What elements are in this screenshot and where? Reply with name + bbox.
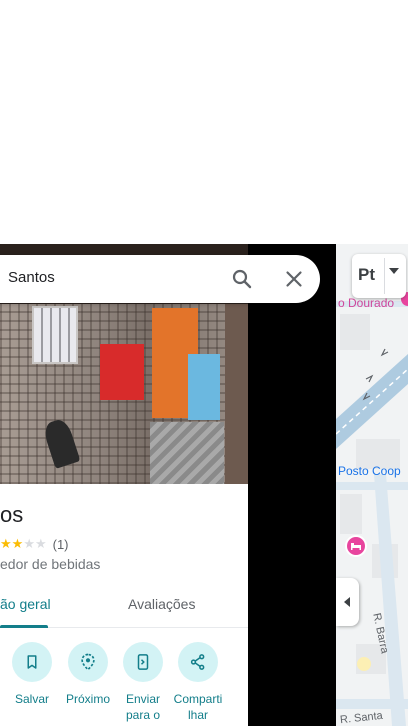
send-to-phone-label: Enviar para o	[125, 692, 161, 722]
send-to-phone-icon	[137, 654, 149, 670]
hotel-pin-icon[interactable]	[345, 535, 367, 557]
share-button[interactable]: Comparti lhar	[170, 642, 226, 723]
search-icon[interactable]	[230, 267, 254, 291]
map-layer-label: Pt	[358, 265, 375, 284]
tab-overview[interactable]: ão geral	[0, 596, 51, 612]
save-button[interactable]: Salvar	[4, 642, 60, 707]
screen: Santos os ★★★★ (1) edor de bebidas ão ge…	[0, 0, 408, 726]
send-to-phone-button[interactable]: Enviar para o	[115, 642, 171, 723]
star-icon: ★	[0, 536, 12, 551]
search-input[interactable]: Santos	[8, 269, 55, 286]
bookmark-icon	[27, 655, 37, 669]
bed-icon	[351, 543, 361, 550]
tab-bar: ão geral Avaliações	[0, 592, 248, 628]
rating-row[interactable]: ★★★★ (1)	[0, 536, 69, 552]
place-title: os	[0, 502, 24, 527]
share-icon	[190, 654, 205, 670]
close-icon[interactable]	[282, 267, 306, 291]
map-roads	[336, 244, 408, 726]
nearby-label: Próximo	[65, 692, 110, 706]
blank-area	[0, 0, 408, 244]
share-label: Comparti lhar	[173, 692, 223, 722]
nearby-button[interactable]: Próximo	[60, 642, 116, 707]
map-canvas[interactable]	[336, 244, 408, 726]
star-icon: ★	[11, 536, 24, 551]
tab-reviews[interactable]: Avaliações	[128, 596, 195, 612]
collapse-panel-button[interactable]	[336, 578, 359, 626]
place-category[interactable]: edor de bebidas	[0, 556, 100, 572]
review-count[interactable]: (1)	[53, 537, 69, 552]
star-icon: ★	[23, 536, 35, 551]
chevron-down-icon[interactable]	[389, 268, 399, 274]
star-icon: ★	[34, 536, 47, 551]
search-bar[interactable]: Santos	[0, 255, 320, 303]
map-layer-button[interactable]: Pt	[352, 254, 406, 298]
save-label: Salvar	[14, 692, 49, 706]
panel-gap	[248, 244, 336, 726]
nearby-icon	[81, 653, 95, 671]
rating-stars: ★★★★	[0, 536, 47, 552]
map-label-posto-dourado[interactable]: o Dourado	[338, 296, 394, 310]
tab-active-indicator	[0, 625, 48, 628]
map-label-posto-coop[interactable]: Posto Coop	[338, 464, 401, 478]
